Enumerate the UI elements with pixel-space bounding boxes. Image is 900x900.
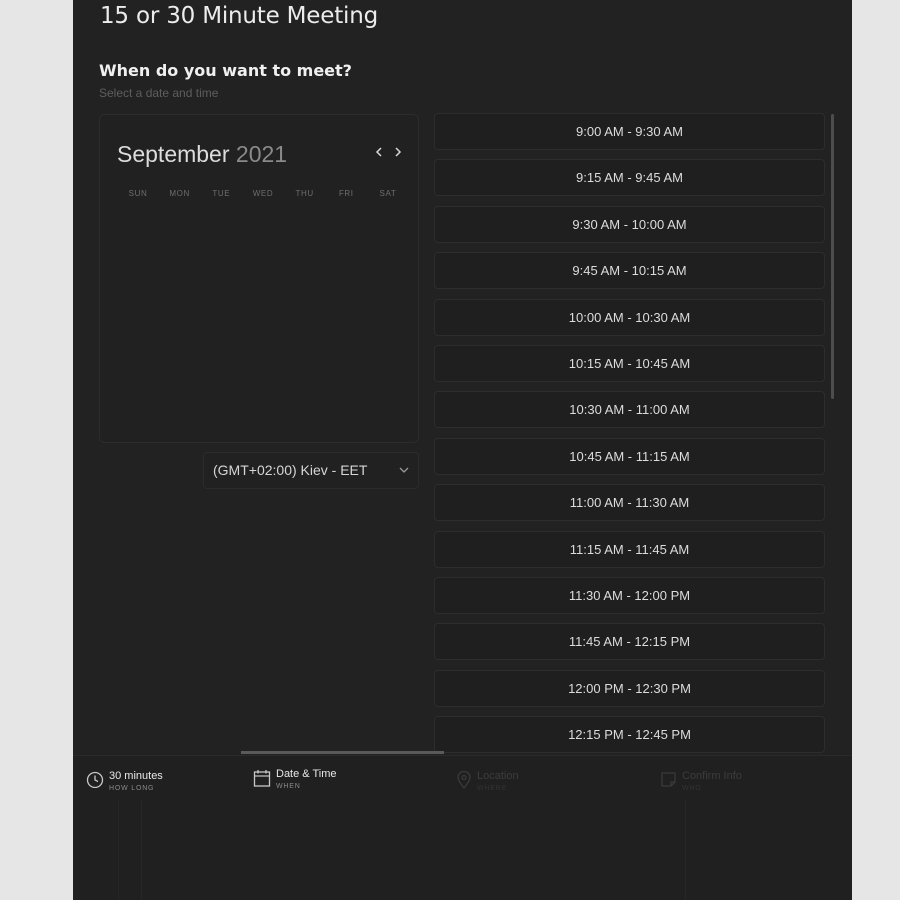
time-slot[interactable]: 10:30 AM - 11:00 AM [434, 391, 825, 429]
time-slot[interactable]: 11:00 AM - 11:30 AM [434, 484, 825, 522]
divider [141, 800, 142, 900]
time-slot-scrollbar[interactable] [831, 114, 834, 399]
time-slot[interactable]: 10:45 AM - 11:15 AM [434, 437, 825, 475]
time-slot[interactable]: 11:45 AM - 12:15 PM [434, 623, 825, 661]
time-slot[interactable]: 11:15 AM - 11:45 AM [434, 530, 825, 568]
time-slot[interactable]: 10:15 AM - 10:45 AM [434, 344, 825, 382]
step-sublabel: HOW LONG [109, 785, 155, 792]
step-location: Location WHERE [456, 770, 519, 792]
note-icon [661, 772, 676, 787]
next-month-button[interactable] [393, 143, 403, 164]
time-slot[interactable]: 9:00 AM - 9:30 AM [434, 113, 825, 150]
weekday-label: SUN [128, 189, 148, 198]
step-duration[interactable]: 30 minutes HOW LONG [86, 770, 163, 792]
step-sublabel: WHEN [276, 783, 301, 790]
calendar-month-year: September 2021 [117, 141, 287, 168]
prev-month-button[interactable] [374, 143, 384, 164]
page-title: 15 or 30 Minute Meeting [100, 3, 378, 29]
active-step-indicator [241, 751, 444, 754]
calendar-month: September [117, 141, 230, 167]
time-slot[interactable]: 9:15 AM - 9:45 AM [434, 159, 825, 197]
section-subtitle: Select a date and time [99, 86, 219, 100]
section-heading: When do you want to meet? [99, 61, 352, 80]
time-slot-list: 9:00 AM - 9:30 AM 9:15 AM - 9:45 AM 9:30… [434, 113, 825, 762]
scheduler-panel: 15 or 30 Minute Meeting When do you want… [73, 0, 852, 900]
divider [118, 800, 119, 900]
weekday-label: TUE [212, 189, 231, 198]
chevron-right-icon [395, 147, 402, 157]
time-slot[interactable]: 12:00 PM - 12:30 PM [434, 669, 825, 707]
location-pin-icon [457, 770, 471, 790]
calendar-year: 2021 [235, 141, 288, 167]
weekday-label: WED [252, 189, 274, 198]
step-confirm-info: Confirm Info WHO [660, 770, 742, 792]
weekday-label: FRI [338, 189, 354, 198]
step-label: 30 minutes [109, 770, 163, 782]
divider [685, 800, 686, 900]
time-slot[interactable]: 9:30 AM - 10:00 AM [434, 205, 825, 243]
chevron-down-icon [399, 467, 409, 473]
weekday-label: SAT [379, 189, 397, 198]
clock-icon [86, 771, 104, 788]
timezone-value: (GMT+02:00) Kiev - EET [213, 462, 368, 478]
step-label: Location [477, 770, 519, 782]
step-sublabel: WHO [682, 785, 702, 792]
time-slot[interactable]: 12:15 PM - 12:45 PM [434, 716, 825, 754]
calendar-icon [253, 770, 271, 787]
step-sublabel: WHERE [477, 785, 508, 792]
weekday-label: THU [295, 189, 314, 198]
step-label: Confirm Info [682, 770, 742, 782]
calendar: September 2021 SUN MON TUE WED THU FRI S… [99, 114, 419, 443]
step-date-time[interactable]: Date & Time WHEN [253, 768, 337, 790]
time-slot[interactable]: 10:00 AM - 10:30 AM [434, 298, 825, 336]
timezone-select[interactable]: (GMT+02:00) Kiev - EET [203, 452, 419, 489]
step-progress-bar: 30 minutes HOW LONG Date & Time WHEN Loc… [73, 755, 852, 900]
weekday-header: SUN MON TUE WED THU FRI SAT [118, 189, 408, 198]
time-slot[interactable]: 11:30 AM - 12:00 PM [434, 576, 825, 614]
time-slot[interactable]: 9:45 AM - 10:15 AM [434, 252, 825, 290]
step-label: Date & Time [276, 768, 337, 780]
chevron-left-icon [375, 147, 382, 157]
weekday-label: MON [169, 189, 190, 198]
